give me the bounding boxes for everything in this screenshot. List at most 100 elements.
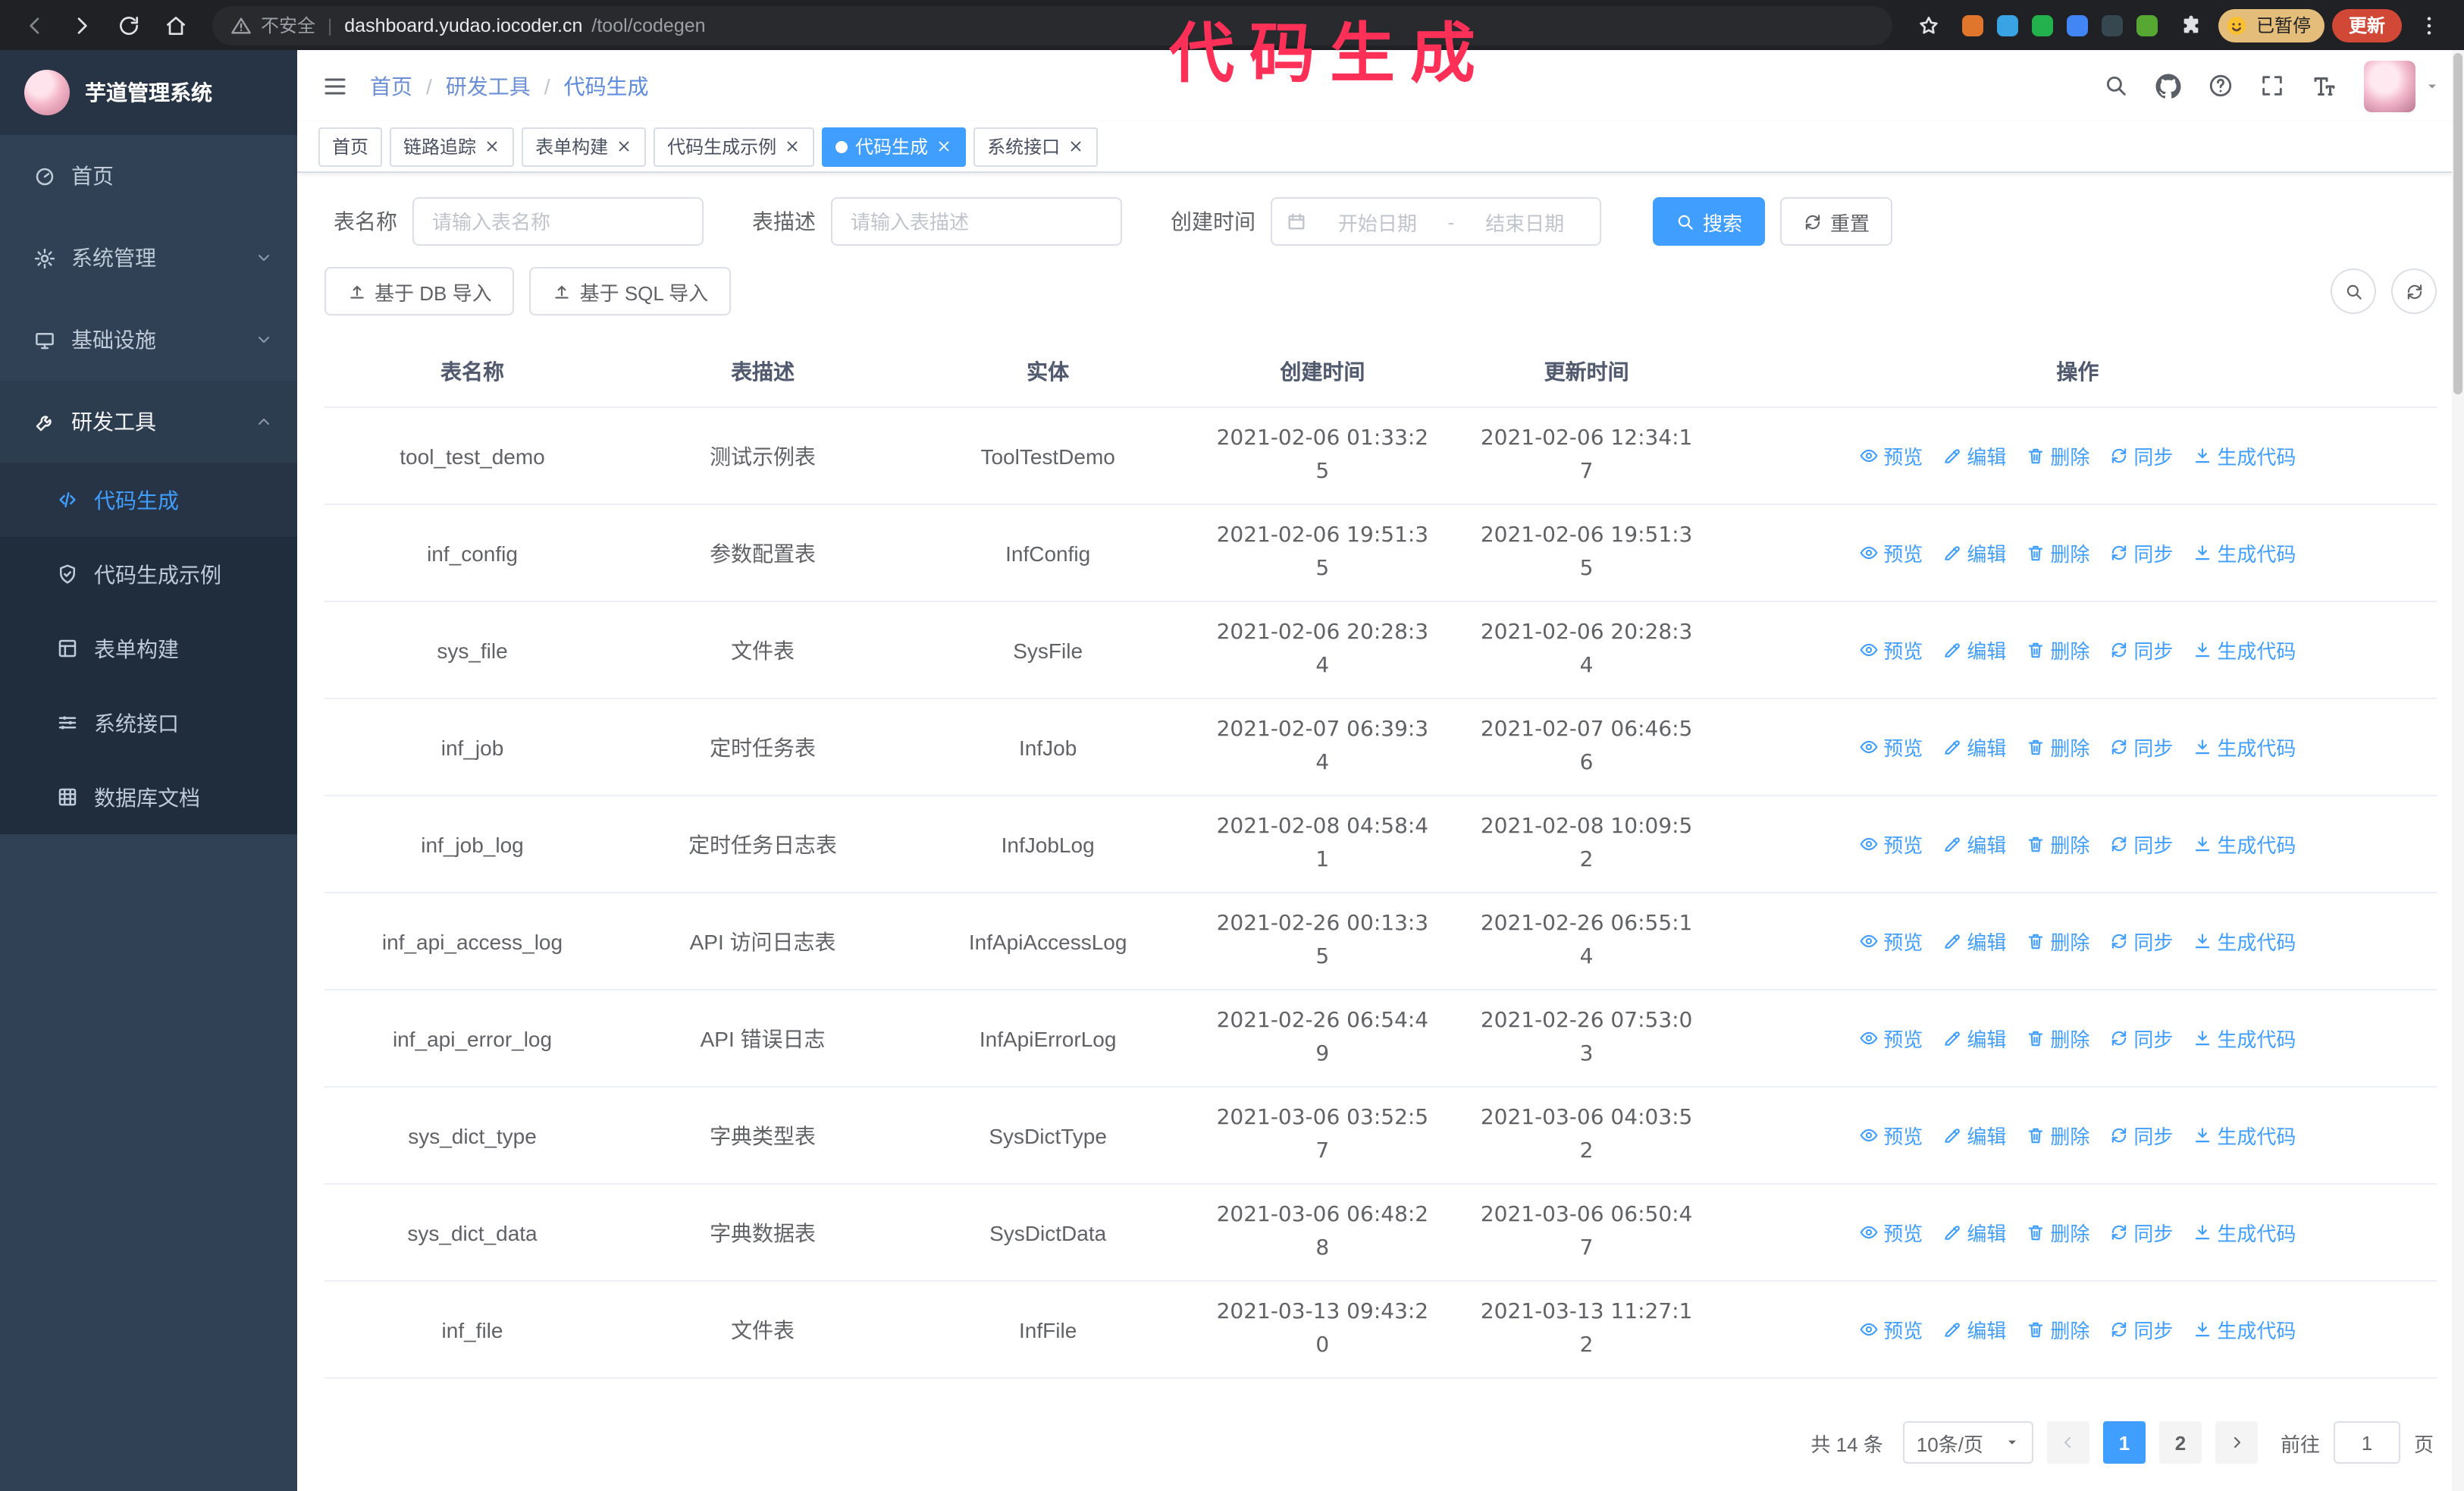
action-edit-link[interactable]: 编辑 [1942, 538, 2006, 567]
reset-button[interactable]: 重置 [1780, 197, 1893, 246]
action-generate-link[interactable]: 生成代码 [2193, 538, 2296, 567]
close-icon[interactable] [616, 138, 632, 155]
sidebar-item-system[interactable]: 系统管理 [0, 217, 297, 299]
action-delete-link[interactable]: 删除 [2026, 1024, 2089, 1053]
action-delete-link[interactable]: 删除 [2026, 538, 2089, 567]
view-tab-trace[interactable]: 链路追踪 [390, 127, 515, 166]
action-delete-link[interactable]: 删除 [2026, 441, 2089, 470]
browser-extension-icon[interactable] [1961, 14, 1983, 36]
goto-page-input[interactable] [2333, 1421, 2400, 1464]
action-delete-link[interactable]: 删除 [2026, 1218, 2089, 1247]
view-tab-system-api[interactable]: 系统接口 [973, 127, 1099, 166]
user-avatar-dropdown[interactable] [2364, 60, 2440, 111]
browser-extension-icon[interactable] [2136, 14, 2158, 36]
action-edit-link[interactable]: 编辑 [1942, 1024, 2006, 1053]
close-icon[interactable] [784, 138, 801, 155]
prev-page-button[interactable] [2046, 1421, 2089, 1464]
toggle-search-button[interactable] [2331, 268, 2376, 314]
action-preview-link[interactable]: 预览 [1859, 1024, 1923, 1053]
header-search-button[interactable] [2103, 73, 2129, 99]
action-generate-link[interactable]: 生成代码 [2193, 1024, 2296, 1053]
view-tab-codegen[interactable]: 代码生成 [822, 127, 967, 166]
close-icon[interactable] [936, 138, 952, 155]
view-tab-home[interactable]: 首页 [318, 127, 383, 166]
browser-forward-button[interactable] [62, 5, 102, 45]
action-delete-link[interactable]: 删除 [2026, 927, 2089, 956]
sidebar-subitem-db-doc[interactable]: 数据库文档 [0, 760, 297, 834]
scrollbar-thumb[interactable] [2453, 53, 2462, 394]
browser-extension-icon[interactable] [2066, 14, 2088, 36]
action-preview-link[interactable]: 预览 [1859, 441, 1923, 470]
close-icon[interactable] [1067, 138, 1084, 155]
action-preview-link[interactable]: 预览 [1859, 1218, 1923, 1247]
sidebar-item-devtools[interactable]: 研发工具 [0, 381, 297, 463]
action-generate-link[interactable]: 生成代码 [2193, 1218, 2296, 1247]
github-link[interactable] [2155, 72, 2182, 99]
action-preview-link[interactable]: 预览 [1859, 538, 1923, 567]
search-button[interactable]: 搜索 [1653, 197, 1766, 246]
action-sync-link[interactable]: 同步 [2109, 1121, 2173, 1150]
browser-home-button[interactable] [156, 5, 196, 45]
action-edit-link[interactable]: 编辑 [1942, 1218, 2006, 1247]
action-preview-link[interactable]: 预览 [1859, 1315, 1923, 1344]
next-page-button[interactable] [2215, 1421, 2258, 1464]
action-generate-link[interactable]: 生成代码 [2193, 733, 2296, 761]
action-generate-link[interactable]: 生成代码 [2193, 636, 2296, 664]
action-generate-link[interactable]: 生成代码 [2193, 927, 2296, 956]
action-preview-link[interactable]: 预览 [1859, 927, 1923, 956]
action-sync-link[interactable]: 同步 [2109, 927, 2173, 956]
action-sync-link[interactable]: 同步 [2109, 441, 2173, 470]
table-desc-input[interactable] [831, 197, 1122, 246]
browser-extension-icon[interactable] [1996, 14, 2018, 36]
refresh-table-button[interactable] [2391, 268, 2437, 314]
browser-menu-button[interactable] [2409, 5, 2449, 45]
sidebar-subitem-codegen[interactable]: 代码生成 [0, 463, 297, 537]
action-preview-link[interactable]: 预览 [1859, 830, 1923, 859]
page-scrollbar[interactable] [2452, 50, 2464, 1491]
page-button-2[interactable]: 2 [2158, 1421, 2202, 1464]
import-sql-button[interactable]: 基于 SQL 导入 [529, 267, 732, 315]
import-db-button[interactable]: 基于 DB 导入 [324, 267, 515, 315]
sidebar-subitem-form-builder[interactable]: 表单构建 [0, 611, 297, 686]
sidebar-item-home[interactable]: 首页 [0, 135, 297, 217]
action-delete-link[interactable]: 删除 [2026, 1315, 2089, 1344]
browser-reload-button[interactable] [109, 5, 149, 45]
browser-update-button[interactable]: 更新 [2331, 8, 2402, 42]
action-edit-link[interactable]: 编辑 [1942, 927, 2006, 956]
action-preview-link[interactable]: 预览 [1859, 733, 1923, 761]
breadcrumb-item[interactable]: 首页 [370, 71, 412, 101]
action-sync-link[interactable]: 同步 [2109, 636, 2173, 664]
browser-back-button[interactable] [15, 5, 55, 45]
table-name-input[interactable] [412, 197, 704, 246]
action-edit-link[interactable]: 编辑 [1942, 1121, 2006, 1150]
create-time-range-picker[interactable]: 开始日期 - 结束日期 [1271, 197, 1601, 246]
action-sync-link[interactable]: 同步 [2109, 538, 2173, 567]
action-edit-link[interactable]: 编辑 [1942, 441, 2006, 470]
sidebar-item-infra[interactable]: 基础设施 [0, 299, 297, 381]
action-generate-link[interactable]: 生成代码 [2193, 1121, 2296, 1150]
action-sync-link[interactable]: 同步 [2109, 1315, 2173, 1344]
breadcrumb-item[interactable]: 研发工具 [446, 71, 531, 101]
action-generate-link[interactable]: 生成代码 [2193, 1315, 2296, 1344]
action-sync-link[interactable]: 同步 [2109, 830, 2173, 859]
action-edit-link[interactable]: 编辑 [1942, 636, 2006, 664]
action-edit-link[interactable]: 编辑 [1942, 733, 2006, 761]
action-edit-link[interactable]: 编辑 [1942, 1315, 2006, 1344]
action-preview-link[interactable]: 预览 [1859, 1121, 1923, 1150]
action-delete-link[interactable]: 删除 [2026, 830, 2089, 859]
action-edit-link[interactable]: 编辑 [1942, 830, 2006, 859]
view-tab-codegen-example[interactable]: 代码生成示例 [654, 127, 815, 166]
page-size-select[interactable]: 10条/页 [1902, 1421, 2033, 1464]
app-logo[interactable]: 芋道管理系统 [0, 50, 297, 135]
action-sync-link[interactable]: 同步 [2109, 1218, 2173, 1247]
action-sync-link[interactable]: 同步 [2109, 733, 2173, 761]
action-delete-link[interactable]: 删除 [2026, 1121, 2089, 1150]
view-tab-form-builder[interactable]: 表单构建 [522, 127, 647, 166]
browser-extension-icon[interactable] [2101, 14, 2123, 36]
action-generate-link[interactable]: 生成代码 [2193, 830, 2296, 859]
action-generate-link[interactable]: 生成代码 [2193, 441, 2296, 470]
action-delete-link[interactable]: 删除 [2026, 636, 2089, 664]
address-bar[interactable]: 不安全 | dashboard.yudao.iocoder.cn/tool/co… [212, 5, 1892, 45]
extensions-menu-button[interactable] [2171, 5, 2211, 45]
bookmark-star-button[interactable] [1909, 5, 1948, 45]
